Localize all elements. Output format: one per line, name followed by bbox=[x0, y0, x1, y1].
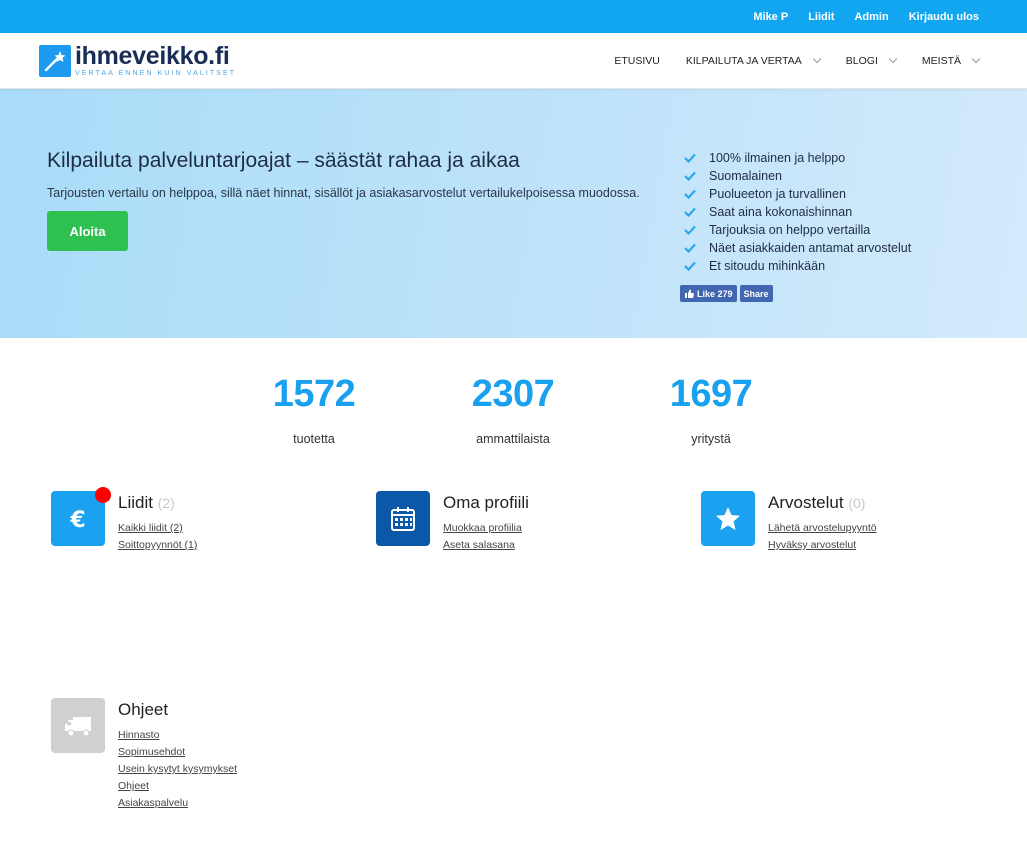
logo-tagline: VERTAA ENNEN KUIN VALITSET bbox=[75, 70, 237, 77]
check-icon bbox=[684, 153, 696, 163]
leads-link[interactable]: Liidit bbox=[808, 11, 834, 23]
facebook-share-button[interactable]: Share bbox=[739, 285, 773, 302]
logo-name: ihmeveikko.fi bbox=[75, 42, 230, 70]
benefit-item: Saat aina kokonaishinnan bbox=[684, 203, 911, 221]
notification-badge bbox=[95, 487, 111, 503]
stat-label: yritystä bbox=[691, 432, 731, 446]
benefit-item: Suomalainen bbox=[684, 167, 911, 185]
card-leads: € Liidit (2) Kaikki liidit (2) Soittopyy… bbox=[51, 487, 197, 554]
reviews-card-icon[interactable] bbox=[701, 491, 755, 546]
facebook-buttons: Like 279 Share bbox=[680, 285, 776, 302]
thumbs-up-icon bbox=[685, 289, 694, 298]
chevron-down-icon bbox=[971, 54, 981, 63]
stat-products: 1572 tuotetta bbox=[234, 373, 394, 446]
card-title: Oma profiili bbox=[443, 493, 529, 512]
chevron-down-icon bbox=[888, 54, 898, 63]
chevron-down-icon bbox=[812, 54, 822, 63]
card-title: Ohjeet bbox=[118, 700, 169, 719]
faq-link[interactable]: Usein kysytyt kysymykset bbox=[118, 761, 237, 778]
benefit-item: Näet asiakkaiden antamat arvostelut bbox=[684, 239, 911, 257]
admin-link[interactable]: Admin bbox=[854, 11, 888, 23]
benefit-item: Et sitoudu mihinkään bbox=[684, 257, 911, 275]
stat-companies: 1697 yritystä bbox=[631, 373, 791, 446]
nav-blog[interactable]: BLOGI bbox=[846, 54, 898, 67]
terms-link[interactable]: Sopimusehdot bbox=[118, 744, 237, 761]
stat-label: tuotetta bbox=[293, 432, 335, 446]
svg-text:€: € bbox=[69, 508, 85, 531]
hero-title: Kilpailuta palveluntarjoajat – säästät r… bbox=[47, 149, 520, 172]
stat-value: 1697 bbox=[669, 373, 753, 415]
approve-reviews-link[interactable]: Hyväksy arvostelut bbox=[768, 537, 877, 554]
site-header: ihmeveikko.fi VERTAA ENNEN KUIN VALITSET… bbox=[0, 33, 1027, 89]
edit-profile-link[interactable]: Muokkaa profiilia bbox=[443, 520, 529, 537]
star-icon bbox=[716, 506, 740, 530]
stat-professionals: 2307 ammattilaista bbox=[433, 373, 593, 446]
call-requests-link[interactable]: Soittopyynnöt (1) bbox=[118, 537, 197, 554]
check-icon bbox=[684, 261, 696, 271]
card-reviews: Arvostelut (0) Lähetä arvostelupyyntö Hy… bbox=[701, 491, 877, 554]
benefit-item: Tarjouksia on helppo vertailla bbox=[684, 221, 911, 239]
set-password-link[interactable]: Aseta salasana bbox=[443, 537, 529, 554]
nav-about[interactable]: MEISTÄ bbox=[922, 54, 981, 67]
benefit-item: Puolueeton ja turvallinen bbox=[684, 185, 911, 203]
pricing-link[interactable]: Hinnasto bbox=[118, 727, 237, 744]
card-count: (2) bbox=[157, 495, 175, 511]
card-title: Liidit bbox=[118, 493, 153, 512]
hero-subtitle: Tarjousten vertailu on helppoa, sillä nä… bbox=[47, 186, 640, 200]
euro-icon: € bbox=[69, 508, 85, 531]
stats-section: 1572 tuotetta 2307 ammattilaista 1697 yr… bbox=[0, 338, 1027, 478]
nav-home[interactable]: ETUSIVU bbox=[614, 55, 660, 67]
all-leads-link[interactable]: Kaikki liidit (2) bbox=[118, 520, 197, 537]
send-review-request-link[interactable]: Lähetä arvostelupyyntö bbox=[768, 520, 877, 537]
instructions-link[interactable]: Ohjeet bbox=[118, 778, 237, 795]
logout-link[interactable]: Kirjaudu ulos bbox=[909, 11, 979, 23]
facebook-like-button[interactable]: Like 279 bbox=[680, 285, 737, 302]
stat-value: 1572 bbox=[272, 373, 356, 415]
calendar-icon bbox=[391, 506, 415, 531]
benefit-item: 100% ilmainen ja helppo bbox=[684, 149, 911, 167]
check-icon bbox=[684, 225, 696, 235]
site-logo[interactable]: ihmeveikko.fi VERTAA ENNEN KUIN VALITSET bbox=[39, 44, 236, 77]
card-profile: Oma profiili Muokkaa profiilia Aseta sal… bbox=[376, 491, 529, 554]
check-icon bbox=[684, 171, 696, 181]
card-help: Ohjeet Hinnasto Sopimusehdot Usein kysyt… bbox=[51, 698, 237, 812]
check-icon bbox=[684, 189, 696, 199]
hero-section: Kilpailuta palveluntarjoajat – säästät r… bbox=[0, 89, 1027, 338]
stat-value: 2307 bbox=[471, 373, 555, 415]
card-title: Arvostelut bbox=[768, 493, 844, 512]
card-count: (0) bbox=[848, 495, 866, 511]
profile-card-icon[interactable] bbox=[376, 491, 430, 546]
check-icon bbox=[684, 243, 696, 253]
truck-icon bbox=[65, 716, 91, 737]
stat-label: ammattilaista bbox=[476, 432, 550, 446]
check-icon bbox=[684, 207, 696, 217]
user-link[interactable]: Mike P bbox=[753, 11, 788, 23]
magic-wand-icon bbox=[39, 44, 71, 77]
leads-card-icon[interactable]: € bbox=[51, 487, 111, 546]
nav-compare[interactable]: KILPAILUTA JA VERTAA bbox=[686, 54, 822, 67]
start-button[interactable]: Aloita bbox=[47, 211, 128, 251]
top-bar: Mike P Liidit Admin Kirjaudu ulos bbox=[0, 0, 1027, 33]
main-nav: ETUSIVU KILPAILUTA JA VERTAA BLOGI MEIST… bbox=[588, 54, 981, 67]
help-card-icon[interactable] bbox=[51, 698, 105, 753]
customer-service-link[interactable]: Asiakaspalvelu bbox=[118, 795, 237, 812]
benefits-list: 100% ilmainen ja helppo Suomalainen Puol… bbox=[684, 149, 911, 275]
